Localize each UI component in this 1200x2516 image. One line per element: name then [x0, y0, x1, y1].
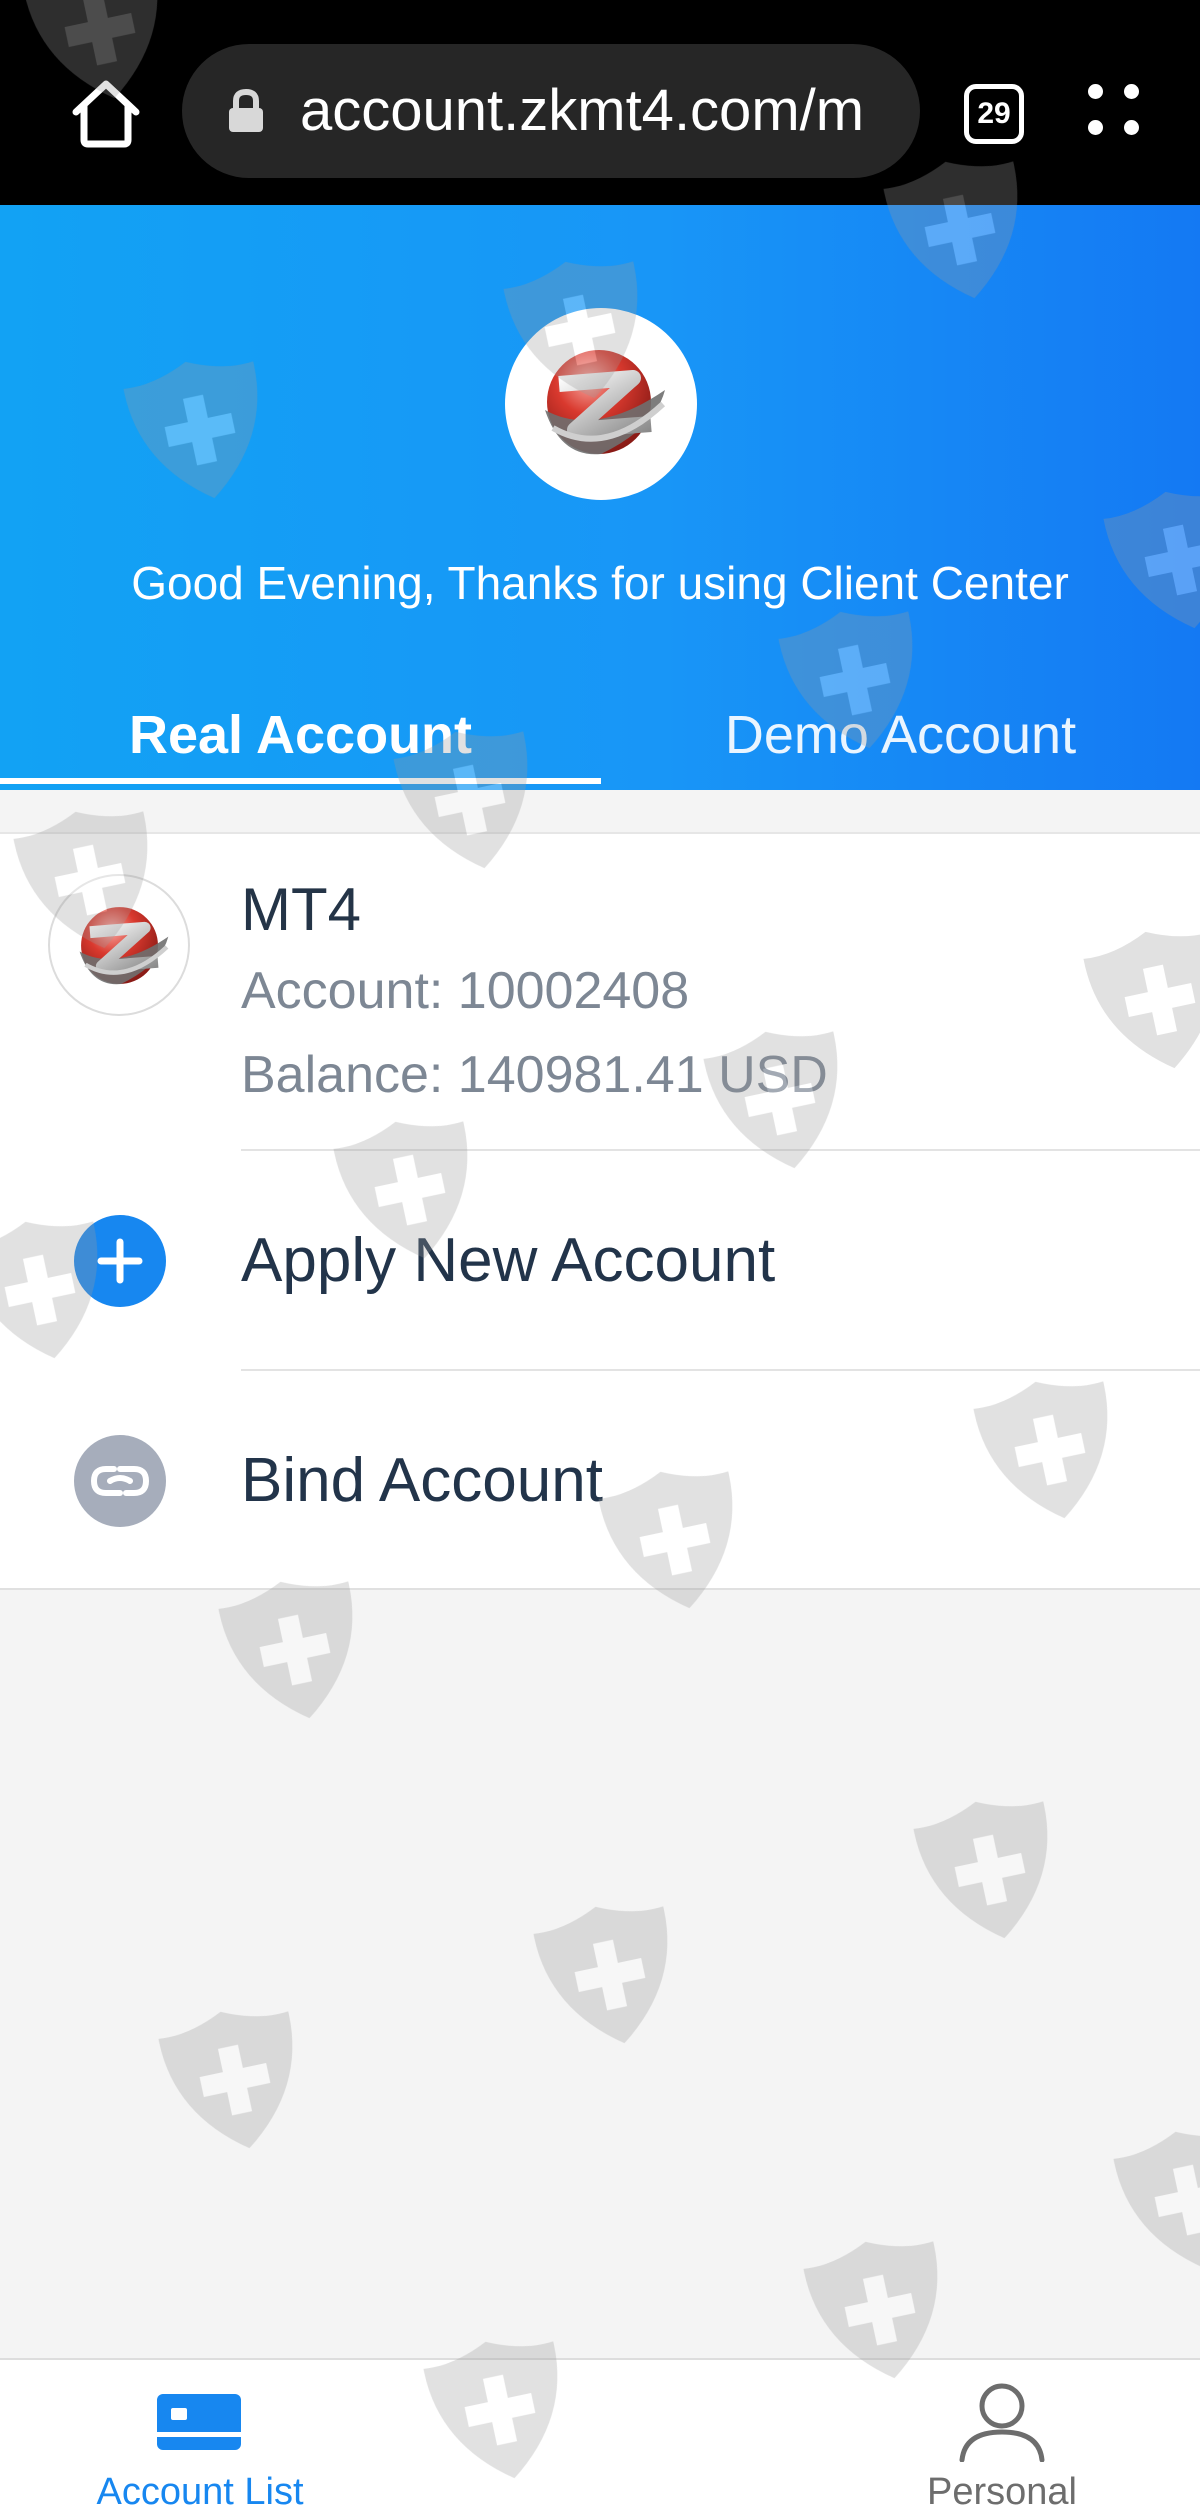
account-platform: MT4: [241, 876, 361, 943]
link-icon: [74, 1435, 166, 1527]
brand-logo: [505, 308, 697, 500]
account-number: Account: 10002408: [241, 962, 690, 1020]
person-icon: [957, 2382, 1047, 2463]
bottom-navigation: Account List Personal: [0, 2358, 1200, 2516]
bind-account-button[interactable]: Bind Account: [0, 1371, 1200, 1589]
active-tab-indicator: [0, 778, 601, 784]
nav-personal[interactable]: Personal: [842, 2360, 1162, 2516]
account-balance: Balance: 140981.41 USD: [241, 1046, 828, 1104]
home-icon[interactable]: [70, 78, 142, 148]
browser-toolbar: account.zkmt4.com/m 29: [0, 0, 1200, 205]
client-center-header: Good Evening, Thanks for using Client Ce…: [0, 205, 1200, 790]
tab-count-button[interactable]: 29: [964, 84, 1024, 144]
lock-icon: [226, 88, 266, 134]
nav-account-list[interactable]: Account List: [40, 2360, 360, 2516]
bind-account-label: Bind Account: [241, 1446, 603, 1515]
apply-new-account-label: Apply New Account: [241, 1226, 776, 1295]
greeting-text: Good Evening, Thanks for using Client Ce…: [131, 557, 1069, 609]
card-icon: [155, 2382, 245, 2462]
account-list-card: MT4 Account: 10002408 Balance: 140981.41…: [0, 832, 1200, 1590]
tab-real-account[interactable]: Real Account: [0, 680, 601, 790]
address-bar[interactable]: account.zkmt4.com/m: [182, 44, 920, 178]
nav-account-list-label: Account List: [96, 2471, 304, 2513]
account-logo: [48, 874, 190, 1016]
plus-icon: [74, 1215, 166, 1307]
apply-new-account-button[interactable]: Apply New Account: [0, 1151, 1200, 1369]
more-vertical-icon[interactable]: [1088, 84, 1140, 136]
url-text[interactable]: account.zkmt4.com/m: [300, 74, 900, 148]
tab-demo-account[interactable]: Demo Account: [601, 680, 1200, 790]
nav-personal-label: Personal: [927, 2471, 1077, 2513]
